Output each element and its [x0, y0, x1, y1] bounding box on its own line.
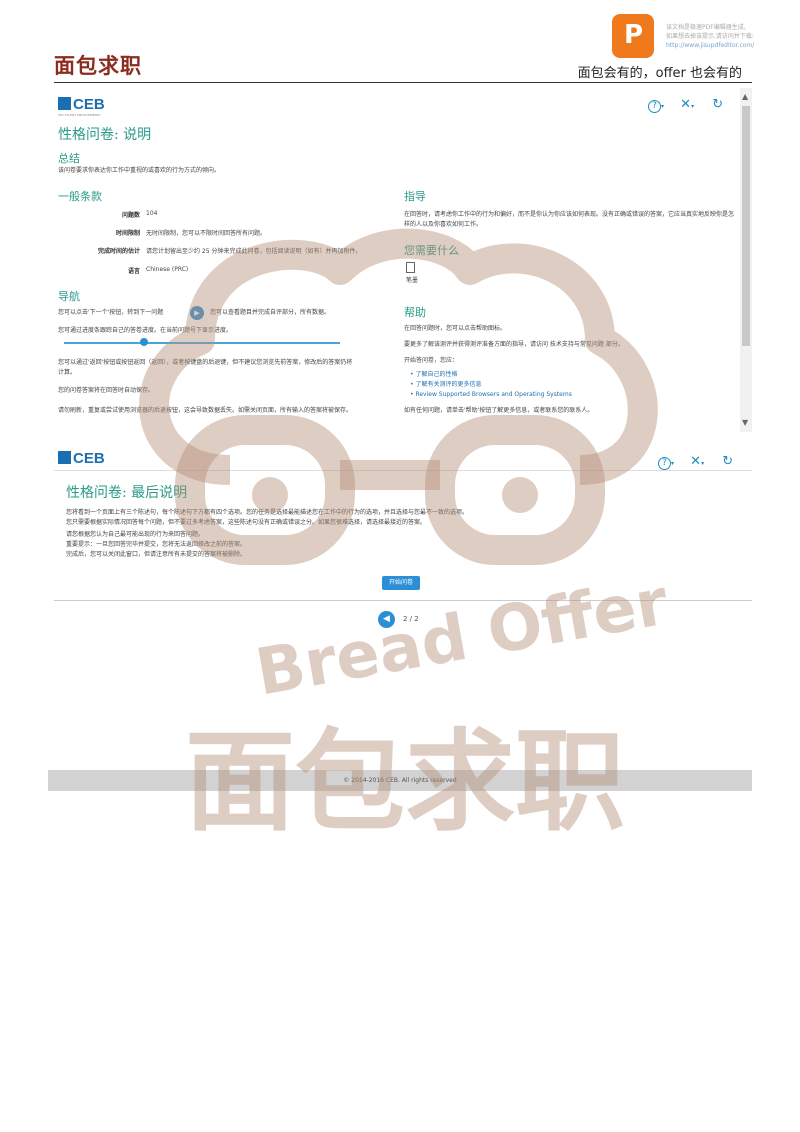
- need-item: 笔墨: [406, 277, 419, 284]
- panel-bottom-divider: [54, 600, 752, 601]
- need-heading: 您需要什么: [404, 244, 459, 257]
- pdf-note: 该文档是极速PDF编辑器生成, 如果想去掉该提示,请访问并下载: http://…: [666, 23, 776, 50]
- help-link-personality[interactable]: • 了解自己的性格: [410, 370, 457, 380]
- exit-icon[interactable]: ↻: [712, 97, 723, 112]
- final-line-4: 重要提示：一旦您回答完毕并提交，您将无法返回修改之前的答案。: [66, 541, 247, 548]
- toolbar-icons: ? ▾ ✕▾ ↻: [648, 97, 723, 113]
- pdf-editor-icon: P: [612, 14, 654, 58]
- help-text2: 要更多了解该测评并获得测评准备方面的指导，请访问 技术支持与常见问题 部分。: [404, 341, 624, 348]
- instructions-panel: CEB SHL TALENT MEASUREMENT ? ▾ ✕▾ ↻ 性格问卷:…: [54, 88, 752, 432]
- page-title: 性格问卷: 说明: [58, 127, 152, 143]
- nav-text5: 请勿刷新，重复或尝试使用浏览器的后退按钮，这会导致数据丢失。如需关闭页面，所有输…: [58, 407, 353, 414]
- row-value-duration: 请您计划留出至少约 25 分钟来完成此问卷，包括阅读说明（如有）并再加附件。: [146, 248, 362, 255]
- page-indicator: 2 / 2: [403, 615, 419, 623]
- ceb-logo: CEB SHL TALENT MEASUREMENT: [58, 94, 105, 117]
- pdf-note-line2: 如果想去掉该提示,请访问并下载:: [666, 33, 754, 40]
- nav-text3: 您可以通过'返回'按钮或按钮返回（返回），或者按键盘的后退键，但不建议您浏览先前…: [58, 359, 353, 376]
- help-icon[interactable]: ?: [648, 100, 661, 113]
- page-slogan: 面包会有的，offer 也会有的: [577, 66, 742, 81]
- nav-text2: 您可通过进度条跟踪自己的答卷进度。在当前问题号下显示进度。: [58, 327, 233, 334]
- row-label-time-limit: 时间限制: [115, 230, 140, 237]
- progress-track: [64, 342, 340, 344]
- ceb-logo-sub: SHL TALENT MEASUREMENT: [58, 113, 101, 117]
- row-value-questions: 104: [146, 210, 158, 217]
- help-icon-2[interactable]: ?: [658, 457, 671, 470]
- ceb-logo-2: CEB: [58, 448, 105, 467]
- scrollbar[interactable]: ▲ ▼: [740, 88, 752, 432]
- mute-dropdown-icon-2[interactable]: ▾: [701, 460, 704, 467]
- help-text4: 如有任何问题，请单击'帮助'按钮了解更多信息，或者联系您的联系人。: [404, 407, 594, 414]
- row-value-time-limit: 无时间限制，您可以不限时间回答所有问题。: [146, 230, 267, 237]
- progress-knob[interactable]: [140, 338, 148, 346]
- scroll-thumb[interactable]: [742, 106, 750, 346]
- help-heading: 帮助: [404, 306, 426, 319]
- ceb-logo-mark: [58, 97, 71, 110]
- toolbar-icons-2: ? ▾ ✕▾ ↻: [658, 454, 733, 470]
- row-label-questions: 问题数: [121, 212, 140, 219]
- prev-page-button[interactable]: ◀: [378, 611, 395, 628]
- footer-copyright: © 2014-2016 CEB. All rights reserved: [48, 770, 752, 791]
- nav-text4: 您的问卷答案将在回答时自动保存。: [58, 387, 155, 394]
- summary-text: 该问卷要求你表达你工作中重视的或喜欢的行为方式的倾向。: [58, 167, 221, 174]
- nav-heading: 导航: [58, 290, 80, 303]
- help-link-browsers[interactable]: • Review Supported Browsers and Operatin…: [410, 390, 572, 400]
- help-text1: 在回答问题时，您可以点击帮助图标。: [404, 325, 507, 332]
- ceb-logo-text-2: CEB: [73, 450, 105, 467]
- guide-heading: 指导: [404, 190, 426, 203]
- header-divider: [54, 82, 752, 83]
- exit-icon-2[interactable]: ↻: [722, 454, 733, 469]
- nav-text1b: 您可以查看题目并完成自评部分，所有数据。: [210, 309, 331, 316]
- mute-dropdown-icon[interactable]: ▾: [691, 103, 694, 110]
- help-dropdown-icon[interactable]: ▾: [661, 103, 664, 110]
- final-line-1: 您将看到一个页面上有三个陈述句，每个陈述句下方都有四个选项。您的任务是选择最能描…: [66, 509, 469, 516]
- guide-text: 在回答时，请考虑你工作中的行为和偏好，而不是你认为你应该如何表现。没有正确或错误…: [404, 211, 735, 228]
- row-value-language: Chinese (PRC): [146, 266, 189, 273]
- ceb-logo-text: CEB: [73, 96, 105, 113]
- final-line-2: 您只需要根据实际情况回答每个问题，但不要过多考虑答案，这些陈述句没有正确或错误之…: [66, 519, 427, 526]
- final-line-3: 请您根据您认为自己最可能出现的行为来回答问题。: [66, 531, 205, 538]
- ceb-logo-mark-2: [58, 451, 71, 464]
- scroll-up-icon[interactable]: ▲: [742, 92, 748, 101]
- nav-text1a: 您可以点击'下一个'按钮，转到下一问题: [58, 309, 164, 316]
- help-dropdown-icon-2[interactable]: ▾: [671, 460, 674, 467]
- final-title: 性格问卷: 最后说明: [66, 485, 188, 501]
- brand-logo: 面包求职: [54, 54, 142, 78]
- mute-icon[interactable]: ✕: [680, 97, 691, 112]
- mute-icon-2[interactable]: ✕: [690, 454, 701, 469]
- help-link-assessment[interactable]: • 了解有关测评的更多信息: [410, 380, 481, 390]
- help-text3: 开始答问卷，您应：: [404, 357, 459, 364]
- paper-icon: [406, 262, 415, 273]
- pdf-note-link[interactable]: http://www.jisupdfeditor.com/: [666, 42, 754, 49]
- final-line-5: 完成后，您可以关闭此窗口，但请注意所有未提交的答案将被删除。: [66, 551, 247, 558]
- row-label-language: 语言: [127, 268, 140, 275]
- scroll-down-icon[interactable]: ▼: [742, 418, 748, 427]
- summary-heading: 总结: [58, 152, 80, 165]
- row-label-duration: 完成时间的估计: [97, 248, 140, 255]
- general-heading: 一般条款: [58, 190, 102, 203]
- pdf-note-line1: 该文档是极速PDF编辑器生成,: [666, 24, 746, 31]
- toolbar-divider: [54, 470, 752, 471]
- next-icon[interactable]: ▶: [190, 306, 204, 320]
- start-button[interactable]: 开始问卷: [382, 576, 420, 590]
